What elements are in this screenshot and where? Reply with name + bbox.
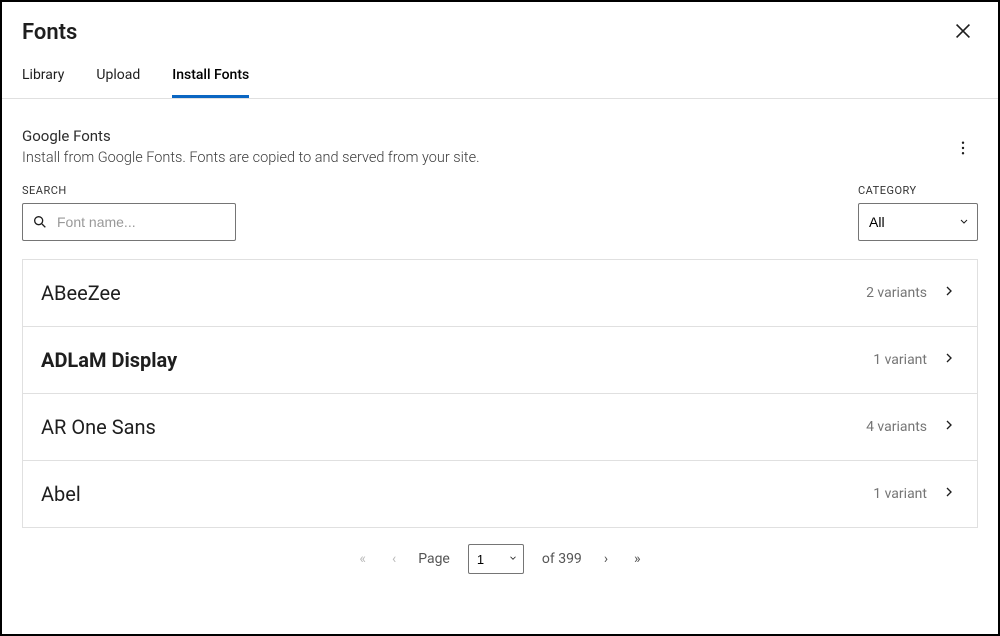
font-row[interactable]: ADLaM Display 1 variant [23, 327, 977, 394]
font-list: ABeeZee 2 variants ADLaM Display 1 varia… [22, 259, 978, 528]
page-select[interactable]: 1 [468, 544, 524, 574]
section-titles: Google Fonts Install from Google Fonts. … [22, 127, 480, 166]
font-row-right: 1 variant [873, 350, 957, 370]
filter-controls: SEARCH CATEGORY All [2, 166, 998, 251]
category-select[interactable]: All [858, 203, 978, 241]
search-input-wrap [22, 203, 236, 241]
font-name: AR One Sans [41, 415, 156, 439]
page-prev[interactable]: ‹ [388, 549, 400, 569]
page-total: of 399 [542, 551, 582, 567]
page-last[interactable]: » [630, 549, 645, 569]
section-heading: Google Fonts [22, 127, 480, 145]
modal-header: Fonts [2, 2, 998, 49]
chevron-right-icon [941, 484, 957, 504]
font-name: ABeeZee [41, 281, 121, 305]
font-row[interactable]: Abel 1 variant [23, 461, 977, 528]
chevron-right-icon [941, 283, 957, 303]
search-label: SEARCH [22, 184, 236, 197]
page-first[interactable]: « [355, 549, 370, 569]
tab-upload[interactable]: Upload [96, 67, 140, 98]
font-row[interactable]: AR One Sans 4 variants [23, 394, 977, 461]
more-options-button[interactable] [948, 133, 978, 166]
font-variants: 1 variant [873, 352, 927, 368]
font-row-right: 2 variants [866, 283, 957, 303]
page-select-wrap: 1 [468, 544, 524, 574]
category-label: CATEGORY [858, 184, 978, 197]
pagination: « ‹ Page 1 of 399 › » [2, 528, 998, 586]
chevron-right-icon [941, 417, 957, 437]
search-icon [32, 214, 48, 230]
font-row-right: 1 variant [873, 484, 957, 504]
font-variants: 4 variants [866, 419, 927, 435]
page-next[interactable]: › [600, 549, 612, 569]
section-description: Install from Google Fonts. Fonts are cop… [22, 149, 480, 166]
chevron-right-icon [941, 350, 957, 370]
modal-body: Google Fonts Install from Google Fonts. … [2, 99, 998, 634]
fonts-modal: Fonts Library Upload Install Fonts Googl… [0, 0, 1000, 636]
close-icon [952, 20, 974, 42]
category-field: CATEGORY All [858, 184, 978, 241]
category-select-wrap: All [858, 203, 978, 241]
font-name: ADLaM Display [41, 348, 177, 372]
search-field: SEARCH [22, 184, 236, 241]
modal-title: Fonts [22, 20, 77, 45]
font-name: Abel [41, 482, 81, 506]
font-row[interactable]: ABeeZee 2 variants [23, 260, 977, 327]
page-label: Page [418, 551, 450, 567]
section-header: Google Fonts Install from Google Fonts. … [2, 99, 998, 166]
tabs: Library Upload Install Fonts [2, 49, 998, 99]
font-row-right: 4 variants [866, 417, 957, 437]
close-button[interactable] [948, 16, 978, 49]
font-variants: 1 variant [873, 486, 927, 502]
search-input[interactable] [22, 203, 236, 241]
tab-library[interactable]: Library [22, 67, 64, 98]
font-variants: 2 variants [866, 285, 927, 301]
more-vertical-icon [954, 139, 972, 157]
tab-install-fonts[interactable]: Install Fonts [172, 67, 249, 98]
